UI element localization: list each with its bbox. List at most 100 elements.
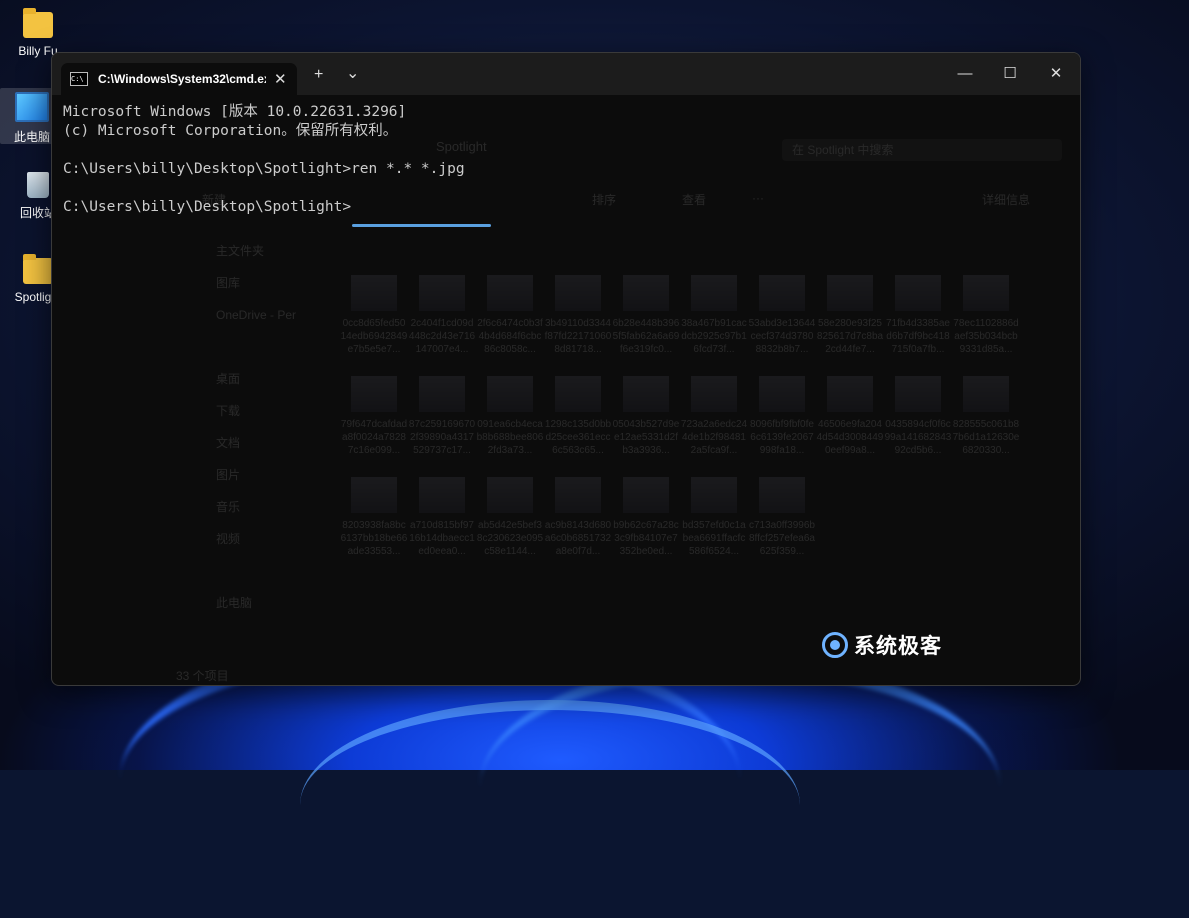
file-name: 2c404f1cd09d448c2d43e716147007e4... [408,318,476,355]
file-name: 091ea6cb4ecab8b688bee8062fd3a73... [476,419,544,456]
explorer-toolbar-item: 排序 [592,193,617,207]
file-thumbnail [555,477,601,513]
file-name: 8203938fa8bc6137bb18be66ade33553... [340,520,408,557]
file-name: 6b28e448b3965f5fab62a6a69f6e319fc0... [612,318,680,355]
file-item: 0435894cf0f6c99a1416828439​2cd5b6... [884,376,952,457]
file-item: 3b49110d3344f87fd221710608d81718... [544,275,612,356]
file-item: bd357efd0c1abea6691ffacfc586f6524... [680,477,748,558]
file-thumbnail [623,477,669,513]
file-item: 091ea6cb4ecab8b688bee8062fd3a73... [476,376,544,457]
file-thumbnail [759,275,805,311]
watermark: 系统极客 [822,630,942,660]
file-thumbnail [827,376,873,412]
file-thumbnail [419,275,465,311]
file-name: b9b62c67a28c3c9fb84107e7352be0ed... [613,520,679,557]
file-item: b9b62c67a28c3c9fb84107e7352be0ed... [612,477,680,558]
file-name: 78ec1102886daef35b034bcb9331d85a... [953,318,1019,355]
tab-close-icon[interactable]: ✕ [274,70,287,88]
file-thumbnail [759,376,805,412]
file-item: ac9b8143d680a6c0b6851732a8e0f7d... [544,477,612,558]
terminal-line: C:\Users\billy\Desktop\Spotlight>ren *.*… [63,161,465,177]
file-item: 2c404f1cd09d448c2d43e716147007e4... [408,275,476,356]
title-bar[interactable]: C:\ C:\Windows\System32\cmd.exe ✕ + ⌄ — … [52,53,1080,95]
watermark-text: 系统极客 [854,635,942,658]
tab-dropdown-button[interactable]: ⌄ [346,63,359,83]
new-tab-button[interactable]: + [314,66,323,84]
file-item: 71fb4d3385aed6b7df9bc418715f0a7fb... [884,275,952,356]
file-name: 828555c061b87b6d1a12630e6820330... [952,419,1020,456]
file-thumbnail [691,477,737,513]
file-name: 87c2591696702f39890a4317529737c17... [408,419,476,456]
file-item: 2f6c6474c0b3f4b4d684f6cbc86c8058c... [476,275,544,356]
recycle-bin-icon [27,172,49,198]
cmd-icon: C:\ [70,72,88,86]
explorer-toolbar-item: 查看 [682,193,707,207]
explorer-toolbar-item: 详细信息 [982,193,1031,207]
file-item: 53abd3e13644cecf374d37808832b8b7... [748,275,816,356]
file-thumbnail [487,477,533,513]
terminal-line: C:\Users\billy\Desktop\Spotlight> [63,199,352,215]
tab-cmd[interactable]: C:\ C:\Windows\System32\cmd.exe ✕ [61,63,297,95]
file-item: 8203938fa8bc6137bb18be66ade33553... [340,477,408,558]
file-thumbnail [555,275,601,311]
minimize-button[interactable]: — [942,53,988,95]
file-name: bd357efd0c1abea6691ffacfc586f6524... [682,520,746,557]
file-item: 79f647dcafdada8f0024a78287c16e099... [340,376,408,457]
close-button[interactable]: ✕ [1033,53,1079,95]
file-item: c713a0ff3996b8ffcf257efea6a625f359... [748,477,816,558]
terminal-window[interactable]: C:\ C:\Windows\System32\cmd.exe ✕ + ⌄ — … [51,52,1081,686]
nav-item: OneDrive - Per [216,308,297,322]
file-thumbnail [351,477,397,513]
file-thumbnail [691,376,737,412]
nav-item: 图库 [216,276,241,290]
file-thumbnail [895,275,941,311]
file-item: 828555c061b87b6d1a12630e6820330... [952,376,1020,457]
file-name: 3b49110d3344f87fd221710608d81718... [544,318,612,355]
file-name: 1298c135d0bbd25cee361ecc6c563c65... [544,419,612,456]
file-item: 723a2a6edc244de1b2f98481​2a5fca9f... [680,376,748,457]
terminal-line: (c) Microsoft Corporation。保留所有权利。 [63,123,398,139]
file-thumbnail [419,477,465,513]
file-name: 2f6c6474c0b3f4b4d684f6cbc86c8058c... [477,318,543,355]
file-name: 71fb4d3385aed6b7df9bc418715f0a7fb... [886,318,950,355]
maximize-button[interactable]: ☐ [987,53,1033,95]
explorer-search: 在 Spotlight 中搜索 [782,139,1062,161]
file-thumbnail [487,376,533,412]
file-thumbnail [895,376,941,412]
watermark-logo-icon [822,632,848,658]
file-name: 58e280e93f25825617d7c8ba2cd44fe7... [816,318,884,355]
nav-item: 主文件夹 [216,244,265,258]
file-thumbnail [963,275,1009,311]
nav-item: 桌面 [216,372,241,386]
file-name: 8096fbf9fbf0fe6c6139fe2067998fa18... [750,419,814,456]
file-name: 0cc8d65fed5014edb6942849e7b5e5e7... [340,318,408,355]
file-thumbnail [555,376,601,412]
file-item: 1298c135d0bbd25cee361ecc6c563c65... [544,376,612,457]
nav-item: 音乐 [216,500,241,514]
file-item: 58e280e93f25825617d7c8ba2cd44fe7... [816,275,884,356]
terminal-body[interactable]: Spotlight 在 Spotlight 中搜索 新建 排序 查看 ··· 详… [52,95,1080,685]
file-thumbnail [759,477,805,513]
file-name: 46506e9fa2044d54d30084490eef99a8... [816,419,884,456]
nav-item: 此电脑 [216,596,253,610]
file-name: 0435894cf0f6c99a1416828439​2cd5b6... [884,419,952,456]
file-item: 6b28e448b3965f5fab62a6a69f6e319fc0... [612,275,680,356]
folder-icon [23,254,53,284]
folder-icon [23,8,53,38]
file-name: 38a467b91cacdcb2925c97b16fcd73f... [681,318,747,355]
this-pc-icon [15,92,49,122]
file-thumbnail [419,376,465,412]
file-name: ab5d42e5bef38c230623e095c58e1144... [476,520,544,557]
file-name: 79f647dcafdada8f0024a78287c16e099... [340,419,408,456]
nav-item: 下载 [216,404,241,418]
wallpaper-swirl [300,700,800,910]
file-name: 53abd3e13644cecf374d37808832b8b7... [748,318,816,355]
file-name: ac9b8143d680a6c0b6851732a8e0f7d... [544,520,612,557]
terminal-output: Microsoft Windows [版本 10.0.22631.3296] (c… [63,103,465,217]
file-thumbnail [827,275,873,311]
file-thumbnail [623,275,669,311]
file-name: 05043b527d9ee12ae5331d2fb3a3936... [612,419,680,456]
file-name: a710d815bf9716b14dbaecc1ed0eea0... [409,520,475,557]
